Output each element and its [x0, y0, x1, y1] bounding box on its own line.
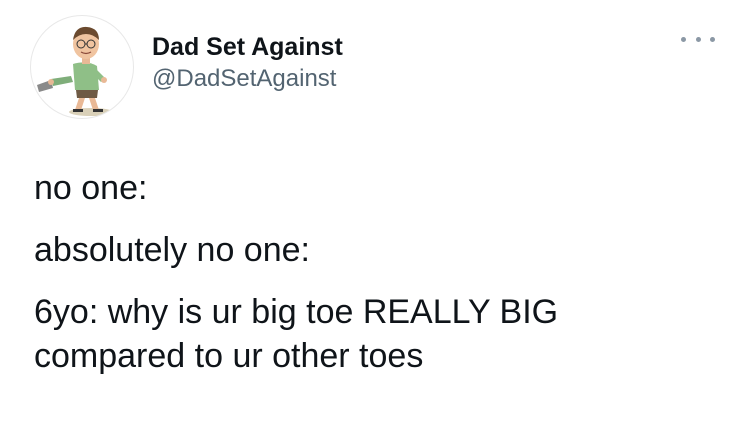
- user-handle[interactable]: @DadSetAgainst: [152, 63, 343, 95]
- more-options-icon[interactable]: [681, 31, 715, 47]
- tweet-text: no one: absolutely no one: 6yo: why is u…: [34, 166, 724, 378]
- tweet-line: no one:: [34, 169, 148, 207]
- avatar[interactable]: [30, 15, 134, 119]
- display-name[interactable]: Dad Set Against: [152, 31, 343, 63]
- tweet-card: Dad Set Against @DadSetAgainst no one: a…: [0, 0, 750, 436]
- tweet-line: absolutely no one:: [34, 231, 310, 269]
- author-names: Dad Set Against @DadSetAgainst: [152, 31, 343, 95]
- tweet-line: 6yo: why is ur big toe REALLY BIG: [34, 293, 559, 331]
- tweet-line: compared to ur other toes: [34, 337, 424, 375]
- cartoon-dad-avatar-icon: [37, 26, 113, 116]
- tweet-header: Dad Set Against @DadSetAgainst: [30, 15, 720, 120]
